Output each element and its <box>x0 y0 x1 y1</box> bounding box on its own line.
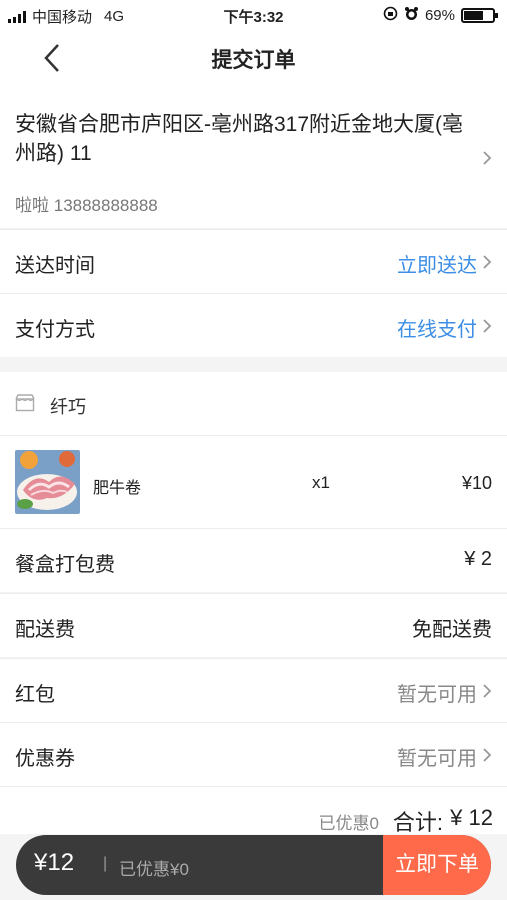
status-bar: 中国移动 4G 下午3:32 69% <box>0 0 507 30</box>
chevron-right-icon <box>482 318 492 334</box>
shop-row: 纤巧 <box>0 372 507 435</box>
nav-bar: 提交订单 <box>0 30 507 86</box>
chevron-right-icon <box>482 150 492 166</box>
product-name: 肥牛卷 <box>93 480 142 497</box>
coupon-row[interactable]: 优惠券 暂无可用 <box>0 722 507 786</box>
checkout-bar: ¥12 | 已优惠¥0 立即下单 <box>16 835 491 895</box>
status-right: 69% <box>383 6 498 25</box>
packaging-fee-row: 餐盒打包费 ¥ 2 <box>0 528 507 592</box>
address-card[interactable]: 安徽省合肥市庐阳区-亳州路317附近金地大厦(亳州路) 11 啦啦 138888… <box>0 86 507 228</box>
red-packet-value: 暂无可用 <box>397 684 477 706</box>
checkout-price: ¥12 <box>34 849 75 876</box>
delivery-time-value: 立即送达 <box>397 255 477 277</box>
delivery-fee-row: 配送费 免配送费 <box>0 593 507 657</box>
payment-method-row[interactable]: 支付方式 在线支付 <box>0 293 507 357</box>
red-packet-row[interactable]: 红包 暂无可用 <box>0 658 507 722</box>
coupon-value: 暂无可用 <box>397 748 477 770</box>
contact-phone: 13888888888 <box>53 196 158 215</box>
payment-method-label: 支付方式 <box>15 319 95 341</box>
battery-percent: 69% <box>424 7 455 24</box>
checkout-saved: 已优惠¥0 <box>119 860 189 879</box>
page-title: 提交订单 <box>211 49 296 72</box>
rotation-lock-icon <box>383 6 398 25</box>
delivery-fee-value: 免配送费 <box>412 619 492 641</box>
delivery-time-label: 送达时间 <box>15 255 95 277</box>
total-label: 合计: <box>392 810 443 835</box>
chevron-right-icon <box>482 747 492 763</box>
payment-method-value: 在线支付 <box>397 319 477 341</box>
order-summary: 已优惠0 合计: ¥ 12 <box>0 786 507 835</box>
delivery-fee-label: 配送费 <box>15 619 75 641</box>
checkout-separator: | <box>103 855 108 872</box>
battery-icon <box>461 8 498 23</box>
list-item: 肥牛卷 x1 ¥10 <box>0 435 507 528</box>
delivery-time-row[interactable]: 送达时间 立即送达 <box>0 229 507 293</box>
coupon-label: 优惠券 <box>15 748 75 770</box>
packaging-fee-label: 餐盒打包费 <box>15 554 115 576</box>
chevron-right-icon <box>482 683 492 699</box>
contact-info: 啦啦 13888888888 <box>15 191 158 216</box>
product-image <box>15 450 80 514</box>
total-value: ¥ 12 <box>450 805 493 830</box>
product-price: ¥10 <box>461 473 492 493</box>
red-packet-label: 红包 <box>15 684 55 706</box>
alarm-icon <box>404 6 419 25</box>
chevron-right-icon <box>482 254 492 270</box>
shop-icon <box>15 394 35 412</box>
place-order-button[interactable]: 立即下单 <box>383 835 491 895</box>
discount-text: 已优惠0 <box>318 814 379 833</box>
contact-name: 啦啦 <box>15 196 49 215</box>
shop-name: 纤巧 <box>50 397 86 417</box>
packaging-fee-value: ¥ 2 <box>464 548 492 570</box>
product-quantity: x1 <box>312 473 330 492</box>
delivery-address: 安徽省合肥市庐阳区-亳州路317附近金地大厦(亳州路) 11 <box>15 113 464 165</box>
